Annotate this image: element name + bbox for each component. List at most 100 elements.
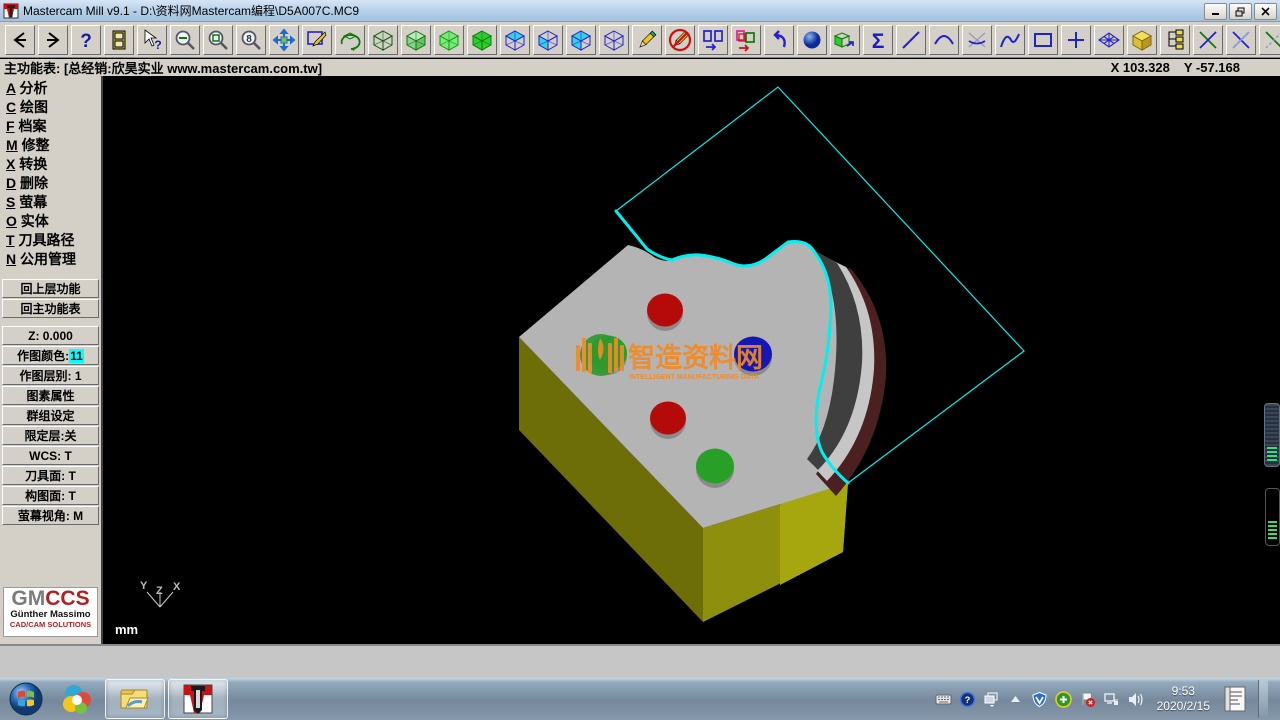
sidebar-menu-D[interactable]: D 删除 bbox=[0, 174, 101, 193]
toolbar-button-undo[interactable] bbox=[764, 25, 794, 55]
status-button-8[interactable]: 构图面: T bbox=[2, 486, 99, 505]
toolbar-button-point[interactable] bbox=[1061, 25, 1091, 55]
toolbar-button-file[interactable] bbox=[104, 25, 134, 55]
toolbar-button-solid-box[interactable] bbox=[1127, 25, 1157, 55]
tray-icon-security-shield[interactable] bbox=[1031, 691, 1048, 708]
toolbar-button-cube-shade-green[interactable] bbox=[401, 25, 431, 55]
sidebar-menu-T[interactable]: T 刀具路径 bbox=[0, 231, 101, 250]
status-button-0[interactable]: Z: 0.000 bbox=[2, 326, 99, 345]
taskbar-mastercam-button[interactable] bbox=[168, 679, 228, 719]
toolbar-button-trim-b[interactable] bbox=[1226, 25, 1256, 55]
toolbar-button-copy-rect[interactable] bbox=[698, 25, 728, 55]
axis-x-label: X bbox=[173, 581, 181, 593]
tray-icon-update-plus[interactable] bbox=[1055, 691, 1072, 708]
taskbar-clock[interactable]: 9:53 2020/2/15 bbox=[1157, 684, 1210, 714]
toolbar-button-help[interactable]: ? bbox=[71, 25, 101, 55]
toolbar-button-pencil[interactable] bbox=[632, 25, 662, 55]
toolbar-button-repaint[interactable] bbox=[302, 25, 332, 55]
sidebar-menu-X[interactable]: X 转换 bbox=[0, 155, 101, 174]
toolbar-button-spline[interactable] bbox=[995, 25, 1025, 55]
status-button-2[interactable]: 作图层别: 1 bbox=[2, 366, 99, 385]
toolbar-button-pan[interactable] bbox=[269, 25, 299, 55]
status-button-9[interactable]: 萤幕视角: M bbox=[2, 506, 99, 525]
overlay-widget-top[interactable] bbox=[1264, 403, 1280, 467]
toolbar-button-cube-fill-green[interactable] bbox=[467, 25, 497, 55]
prompt-bar[interactable] bbox=[0, 644, 1280, 678]
toolbar-button-back[interactable] bbox=[5, 25, 35, 55]
sidebar-menu-F[interactable]: F 档案 bbox=[0, 117, 101, 136]
main-menu-label: 主功能表: [总经销:欣昊实业 www.mastercam.com.tw] bbox=[4, 58, 322, 77]
app-icon bbox=[3, 3, 19, 19]
graphics-viewport[interactable]: 智造资料网 INTELLIGENT MANUFACTURING DATA Y Z… bbox=[103, 76, 1280, 644]
overlay-widget-bottom[interactable] bbox=[1265, 488, 1280, 546]
tray-icon-show-hidden[interactable] bbox=[1007, 691, 1024, 708]
status-button-7[interactable]: 刀具面: T bbox=[2, 466, 99, 485]
notes-icon[interactable] bbox=[1223, 685, 1247, 713]
model-canvas: 智造资料网 INTELLIGENT MANUFACTURING DATA Y Z… bbox=[103, 76, 1280, 644]
status-button-1[interactable]: 作图颜色:11 bbox=[2, 346, 99, 365]
toolbar-button-rectangle[interactable] bbox=[1028, 25, 1058, 55]
menu-strip: 主功能表: [总经销:欣昊实业 www.mastercam.com.tw] X … bbox=[0, 59, 1280, 77]
toolbar-button-cube-cyan-front[interactable] bbox=[533, 25, 563, 55]
status-button-4[interactable]: 群组设定 bbox=[2, 406, 99, 425]
toolbar-button-analyze[interactable]: ? bbox=[137, 25, 167, 55]
svg-text:?: ? bbox=[964, 695, 970, 705]
toolbar-button-trim-two[interactable] bbox=[962, 25, 992, 55]
tray-icon-network[interactable] bbox=[1103, 691, 1120, 708]
axis-y-label: Y bbox=[140, 580, 148, 592]
minimize-button[interactable] bbox=[1204, 3, 1227, 20]
sidebar-menu-C[interactable]: C 绘图 bbox=[0, 98, 101, 117]
status-value: 11 bbox=[69, 349, 84, 363]
main-menu-list: A 分析C 绘图F 档案M 修整X 转换D 删除S 萤幕O 实体T 刀具路径N … bbox=[0, 76, 101, 269]
toolbar-button-cube-wire-green[interactable] bbox=[368, 25, 398, 55]
sidebar-menu-S[interactable]: S 萤幕 bbox=[0, 193, 101, 212]
toolbar-button-cube-move[interactable] bbox=[830, 25, 860, 55]
toolbar-button-trim-c[interactable] bbox=[1259, 25, 1280, 55]
sidebar-menu-A[interactable]: A 分析 bbox=[0, 79, 101, 98]
coord-y: Y -57.168 bbox=[1184, 60, 1240, 75]
gmccs-line3: CAD/CAM SOLUTIONS bbox=[4, 620, 97, 629]
toolbar-button-rotate[interactable] bbox=[335, 25, 365, 55]
browser-icon[interactable] bbox=[52, 680, 102, 718]
back-main-menu-button[interactable]: 回主功能表 bbox=[2, 299, 99, 318]
tray-icon-input-help[interactable]: ? bbox=[959, 691, 976, 708]
status-button-5[interactable]: 限定层:关 bbox=[2, 426, 99, 445]
tray-icon-volume[interactable] bbox=[1127, 691, 1144, 708]
gmccs-logo: GMCCS Günther Massimo CAD/CAM SOLUTIONS bbox=[3, 587, 98, 637]
toolbar-button-cube-cyan-top[interactable] bbox=[500, 25, 530, 55]
toolbar-button-cube-light-green[interactable] bbox=[434, 25, 464, 55]
start-button[interactable] bbox=[3, 680, 49, 718]
taskbar-explorer-button[interactable] bbox=[105, 679, 165, 719]
tray-icon-popup-window[interactable] bbox=[983, 691, 1000, 708]
toolbar-button-zoom-window[interactable] bbox=[203, 25, 233, 55]
toolbar-button-arc[interactable] bbox=[929, 25, 959, 55]
toolbar-button-zoom-scale[interactable]: 8 bbox=[236, 25, 266, 55]
toolbar-button-trim-a[interactable] bbox=[1193, 25, 1223, 55]
restore-button[interactable] bbox=[1229, 3, 1252, 20]
back-one-level-button[interactable]: 回上层功能 bbox=[2, 279, 99, 298]
svg-text:?: ? bbox=[154, 38, 161, 52]
toolbar-button-forward[interactable] bbox=[38, 25, 68, 55]
toolbar-button-delete-off[interactable] bbox=[665, 25, 695, 55]
sidebar-menu-O[interactable]: O 实体 bbox=[0, 212, 101, 231]
toolbar-button-copy-color[interactable] bbox=[731, 25, 761, 55]
toolbar-button-sigma[interactable]: Σ bbox=[863, 25, 893, 55]
show-desktop-button[interactable] bbox=[1258, 680, 1268, 718]
toolbar-button-sphere[interactable] bbox=[797, 25, 827, 55]
toolbar-button-line[interactable] bbox=[896, 25, 926, 55]
tray-icon-action-flag[interactable] bbox=[1079, 691, 1096, 708]
status-button-3[interactable]: 图素属性 bbox=[2, 386, 99, 405]
tray-icon-keyboard[interactable] bbox=[935, 691, 952, 708]
toolbar-button-cube-cyan-two[interactable] bbox=[566, 25, 596, 55]
close-button[interactable] bbox=[1254, 3, 1277, 20]
toolbar-button-zoom[interactable] bbox=[170, 25, 200, 55]
units-label: mm bbox=[115, 622, 138, 637]
sidebar-menu-M[interactable]: M 修整 bbox=[0, 136, 101, 155]
sidebar-menu-N[interactable]: N 公用管理 bbox=[0, 250, 101, 269]
status-button-6[interactable]: WCS: T bbox=[2, 446, 99, 465]
toolbar-button-surface-wire[interactable] bbox=[1094, 25, 1124, 55]
toolbar-button-cube-wire-blue[interactable] bbox=[599, 25, 629, 55]
coordinate-readout: X 103.328 Y -57.168 bbox=[1111, 59, 1240, 76]
toolbar-button-levels[interactable] bbox=[1160, 25, 1190, 55]
gmccs-wordmark: GMCCS bbox=[4, 588, 97, 610]
